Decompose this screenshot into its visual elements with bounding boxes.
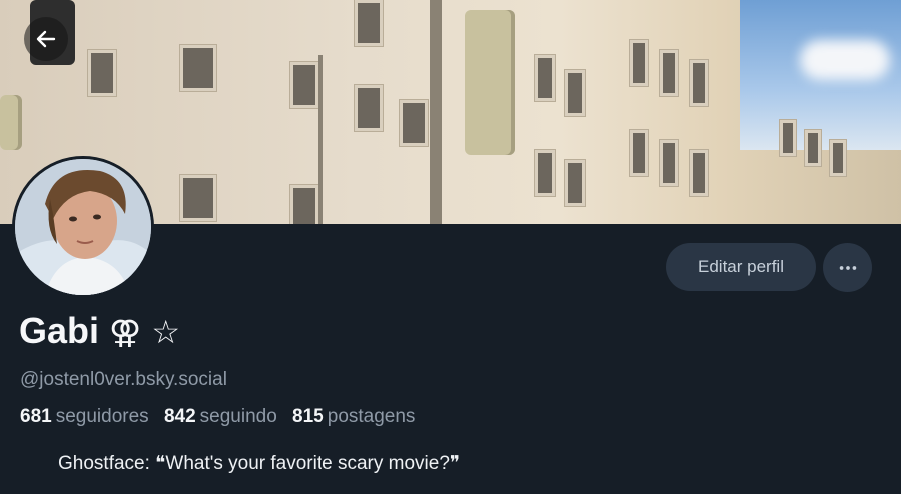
- banner-window: [290, 62, 318, 108]
- banner-window: [565, 160, 585, 206]
- banner-window: [780, 120, 796, 156]
- ellipsis-icon: [839, 265, 856, 270]
- edit-profile-button[interactable]: Editar perfil: [666, 243, 816, 291]
- banner-window: [180, 175, 216, 221]
- following-label: seguindo: [199, 406, 277, 427]
- banner-window: [660, 140, 678, 186]
- banner-window: [830, 140, 846, 176]
- back-button[interactable]: [24, 17, 68, 61]
- banner-window: [400, 100, 428, 146]
- banner-window: [630, 130, 648, 176]
- avatar[interactable]: [12, 156, 154, 298]
- edit-profile-label: Editar perfil: [698, 257, 784, 276]
- followers-count: 681: [20, 406, 52, 427]
- banner-window: [180, 45, 216, 91]
- banner-window: [355, 0, 383, 46]
- banner-pole: [430, 0, 442, 224]
- posts-count: 815: [292, 406, 324, 427]
- display-name: Gabi ⚢ ☆: [19, 310, 180, 352]
- avatar-photo: [15, 159, 151, 295]
- profile-bio: Ghostface: ❝What's your favorite scary m…: [58, 453, 461, 474]
- banner-window: [535, 150, 555, 196]
- banner-pole: [318, 55, 323, 224]
- banner-window: [355, 85, 383, 131]
- banner-traffic-light: [0, 95, 22, 150]
- following-stat[interactable]: 842 seguindo: [164, 406, 287, 427]
- banner-window: [690, 150, 708, 196]
- posts-label: postagens: [327, 406, 416, 427]
- arrow-left-icon: [36, 30, 56, 48]
- banner-window: [690, 60, 708, 106]
- banner-window: [290, 185, 318, 224]
- banner-window: [630, 40, 648, 86]
- banner-window: [805, 130, 821, 166]
- banner-traffic-light: [465, 10, 515, 155]
- banner-window: [660, 50, 678, 96]
- followers-stat[interactable]: 681 seguidores: [20, 406, 159, 427]
- more-options-button[interactable]: [823, 243, 872, 292]
- banner-window: [535, 55, 555, 101]
- followers-label: seguidores: [55, 406, 149, 427]
- banner-window: [88, 50, 116, 96]
- posts-stat: 815 postagens: [292, 406, 425, 427]
- user-handle: @jostenl0ver.bsky.social: [20, 369, 227, 390]
- display-name-symbols: ⚢ ☆: [109, 313, 181, 351]
- banner-cloud: [800, 40, 890, 80]
- following-count: 842: [163, 406, 196, 427]
- display-name-text: Gabi: [19, 310, 100, 351]
- profile-stats: 681 seguidores 842 seguindo 815 postagens: [20, 406, 425, 428]
- banner-window: [565, 70, 585, 116]
